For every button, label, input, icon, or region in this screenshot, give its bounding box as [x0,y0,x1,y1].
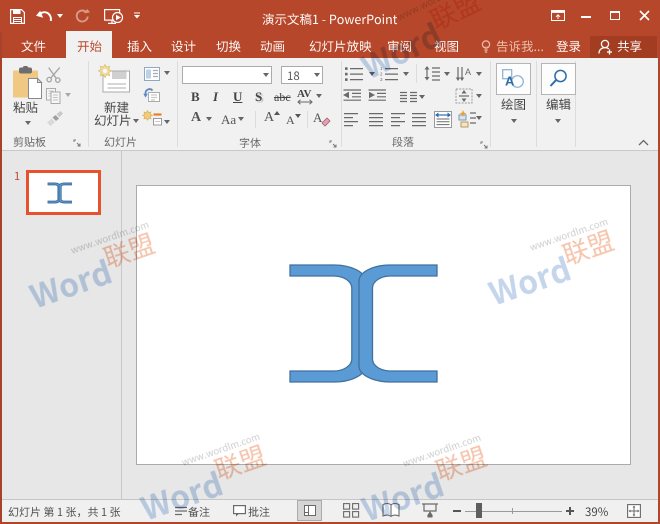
svg-text:A: A [465,67,471,77]
svg-text:3: 3 [380,77,383,82]
svg-text:A: A [505,74,515,89]
svg-text:2: 2 [380,72,383,77]
